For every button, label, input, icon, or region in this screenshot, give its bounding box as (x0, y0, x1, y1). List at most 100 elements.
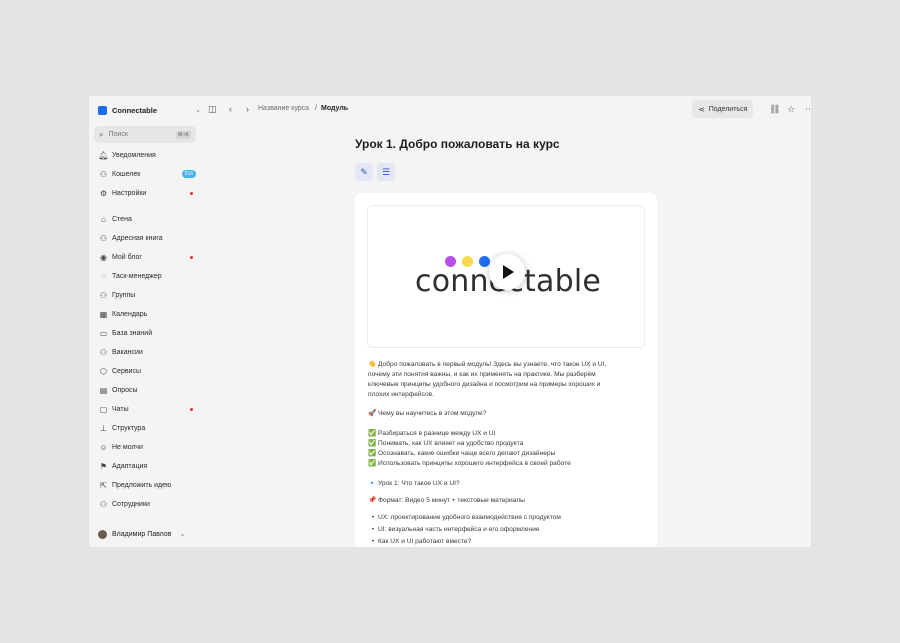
search-input[interactable]: ⌕ Поиск ⌘+K (94, 126, 196, 143)
list-icon: ☰ (381, 166, 391, 177)
idea-icon: ⇱ (100, 480, 107, 490)
sidebar-item-label: Адресная книга (112, 234, 163, 242)
sidebar-item-label: Стена (112, 215, 132, 223)
sidebar-item-vacancies[interactable]: ⚇ Вакансии (98, 345, 198, 359)
calendar-icon: ▦ (99, 309, 108, 319)
text-line: ключевые принципы удобного дизайна и пос… (368, 381, 601, 388)
notification-dot (190, 407, 193, 411)
sidebar-item-polls[interactable]: ▤ Опросы (98, 383, 198, 397)
check-circle-icon: ◌ (101, 271, 106, 281)
sidebar-item-label: Не молчи (112, 443, 143, 451)
search-icon: ⌕ (99, 129, 104, 139)
chevron-left-icon[interactable]: ‹ (229, 104, 232, 114)
sidebar-item-employees[interactable]: ⚇ Сотрудники (98, 497, 198, 511)
question-text: 🚀 Чему вы научитесь в этом модуле? (368, 410, 487, 417)
avatar (98, 529, 107, 539)
checklist-item: ✅ Разбираться в разнице между UX и UI (368, 430, 496, 437)
polls-icon: ▤ (99, 385, 108, 395)
folder-icon: ▭ (99, 328, 108, 338)
sidebar-item-label: Кошелек (112, 170, 141, 178)
star-icon[interactable]: ☆ (787, 104, 795, 115)
share-icon: ⋖ (698, 104, 705, 114)
sidebar-item-blog[interactable]: ◉ Мой блог (98, 250, 198, 264)
sidebar-toggle-icon[interactable]: ◫ (208, 104, 217, 115)
sidebar-item-label: Уведомления (112, 151, 156, 159)
groups-icon: ⚇ (99, 290, 108, 300)
sidebar-item-contacts[interactable]: ⚇ Адресная книга (98, 231, 198, 245)
sidebar-item-knowledge[interactable]: ▭ База знаний (98, 326, 198, 340)
edit-button[interactable]: ✎ (355, 163, 373, 181)
sidebar-item-speak-up[interactable]: ☺ Не молчи (98, 440, 198, 454)
home-icon: ⌂ (101, 214, 106, 224)
lesson-card: connectable 👋 Добро пожаловать в первый … (355, 193, 657, 547)
workspace-logo-icon (98, 105, 107, 115)
topbar: ◫ ‹ › Название курса / Модуль ⋖ Поделить… (202, 96, 811, 122)
list-item: • UX: проектирование удобного взаимодейст… (371, 514, 561, 521)
sidebar-item-label: База знаний (112, 329, 153, 337)
sidebar-item-adaptation[interactable]: ⚑ Адаптация (98, 459, 198, 473)
sidebar-item-settings[interactable]: ⚙ Настройки (98, 186, 198, 200)
pencil-icon: ✎ (360, 166, 368, 177)
play-button[interactable] (489, 254, 525, 290)
sidebar-item-label: Сервисы (112, 367, 142, 375)
notification-dot (190, 255, 193, 259)
sidebar-item-label: Предложить идею (112, 481, 172, 489)
sidebar-item-label: Вакансии (112, 348, 143, 356)
checklist: ✅ Разбираться в разнице между UX и UI ✅ … (368, 429, 638, 469)
structure-icon: ⊥ (100, 423, 107, 433)
sidebar-item-label: Адаптация (112, 462, 148, 470)
bell-icon: 🔔︎ (98, 150, 109, 160)
sidebar-item-structure[interactable]: ⊥ Структура (98, 421, 198, 435)
wallet-icon: ⚇ (99, 169, 108, 179)
sidebar-item-notifications[interactable]: 🔔︎ Уведомления (98, 148, 198, 162)
video-player[interactable]: connectable (367, 205, 645, 348)
sidebar-item-groups[interactable]: ⚇ Группы (98, 288, 198, 302)
sidebar-item-chats[interactable]: ▢ Чаты (98, 402, 198, 416)
sidebar-item-label: Опросы (112, 386, 138, 394)
sidebar-item-tasks[interactable]: ◌ Таск-менеджер (98, 269, 198, 283)
flag-icon: ⚑ (99, 461, 108, 471)
play-icon (503, 265, 514, 279)
sidebar-item-calendar[interactable]: ▦ Календарь (98, 307, 198, 321)
share-label: Поделиться (708, 105, 748, 113)
more-icon[interactable]: ⋯ (805, 104, 811, 115)
sidebar-item-services[interactable]: ⬡ Сервисы (98, 364, 198, 378)
sidebar-item-wallet[interactable]: ⚇ Кошелек 516 (98, 167, 198, 181)
user-menu[interactable]: Владимир Павлов ⌄ (98, 528, 185, 540)
share-button[interactable]: ⋖ Поделиться (692, 100, 753, 118)
list-item-text: UX: проектирование удобного взаимодейств… (378, 514, 561, 521)
sidebar-item-wall[interactable]: ⌂ Стена (98, 212, 198, 226)
link-icon[interactable]: ⛓ (769, 104, 780, 115)
wallet-badge: 516 (181, 170, 196, 178)
sidebar-item-label: Календарь (112, 310, 148, 318)
text-line: плохих интерфейсов. (368, 391, 434, 398)
smile-icon: ☺ (99, 442, 108, 452)
chat-icon: ▢ (99, 404, 108, 414)
sidebar-item-label: Группы (112, 291, 136, 299)
blog-icon: ◉ (100, 252, 107, 262)
sidebar-item-suggest-idea[interactable]: ⇱ Предложить идею (98, 478, 198, 492)
chevron-right-icon[interactable]: › (246, 104, 249, 114)
bullet-list: • UX: проектирование удобного взаимодейст… (368, 513, 638, 547)
workspace-name: Connectable (112, 105, 158, 115)
list-item: • UI: визуальная часть интерфейса и его о… (371, 526, 540, 533)
chevron-down-icon: ⌄ (195, 107, 201, 114)
list-item-text: UI: визуальная часть интерфейса и его оф… (378, 526, 540, 533)
sidebar-item-label: Таск-менеджер (112, 272, 162, 280)
sidebar: Connectable ⌄ ⌕ Поиск ⌘+K 🔔︎ Уведомления… (89, 96, 202, 547)
checklist-item: ✅ Использовать принципы хорошего интерфе… (368, 460, 571, 467)
format-text: 📌 Формат: Видео 5 минут + текстовые мате… (368, 497, 525, 504)
contacts-icon: ⚇ (99, 233, 108, 243)
sidebar-item-label: Настройки (112, 189, 147, 197)
search-shortcut: ⌘+K (175, 130, 191, 139)
outline-button[interactable]: ☰ (377, 163, 395, 181)
list-item: • Как UX и UI работают вместе? (371, 538, 472, 545)
gear-icon: ⚙ (99, 188, 108, 198)
checklist-item: ✅ Осознавать, какие ошибки чаще всего де… (368, 450, 556, 457)
sidebar-item-label: Мой блог (112, 253, 142, 261)
workspace-switcher[interactable]: Connectable ⌄ (98, 104, 201, 116)
search-placeholder: Поиск (108, 131, 128, 138)
breadcrumb-separator: / (315, 105, 317, 112)
list-item-text: Как UX и UI работают вместе? (378, 538, 472, 545)
breadcrumb-course[interactable]: Название курса (258, 105, 309, 112)
